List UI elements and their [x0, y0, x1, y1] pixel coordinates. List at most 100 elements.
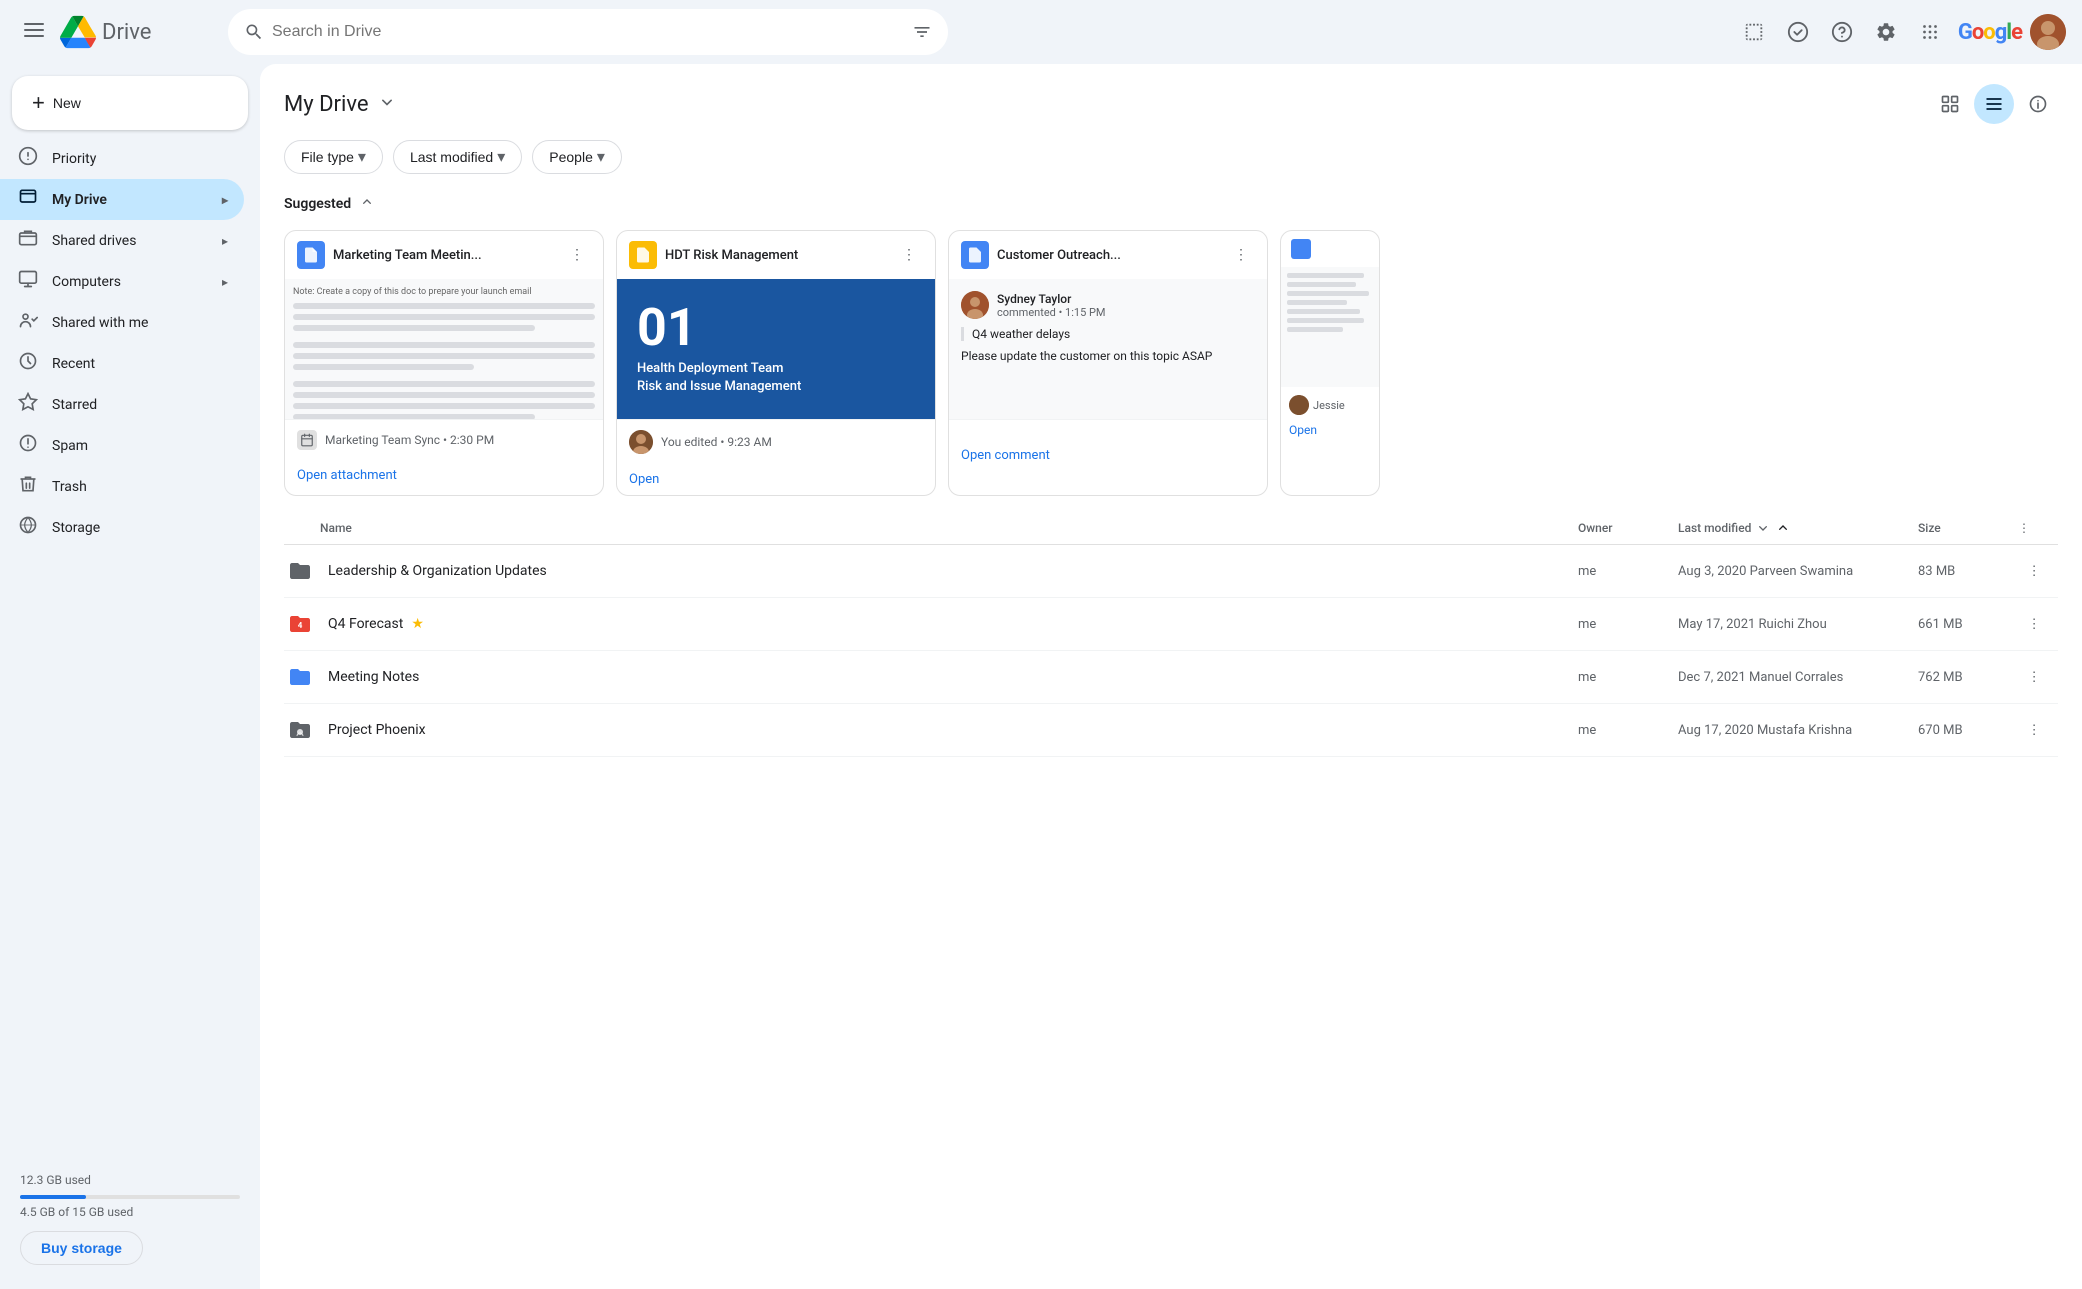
google-logo: Google: [1954, 12, 2026, 52]
file-name-leadership: Leadership & Organization Updates: [328, 563, 1578, 579]
help-icon[interactable]: [1822, 12, 1862, 52]
row-menu-phoenix[interactable]: ⋮: [2018, 714, 2050, 746]
file-modified-leadership: Aug 3, 2020 Parveen Swamina: [1678, 564, 1918, 579]
sidebar-item-shared-with-me[interactable]: Shared with me: [0, 302, 244, 343]
file-table: Name Owner Last modified Size ⋮ Lead: [260, 512, 2082, 757]
row-menu-q4[interactable]: ⋮: [2018, 608, 2050, 640]
sidebar-item-starred[interactable]: Starred: [0, 384, 244, 425]
buy-storage-button[interactable]: Buy storage: [20, 1231, 143, 1265]
svg-text:4: 4: [298, 621, 303, 630]
sidebar-item-priority[interactable]: Priority: [0, 138, 244, 179]
sidebar-item-shared-drives[interactable]: Shared drives ▸: [0, 220, 244, 261]
sidebar: + New Priority My Drive ▸ Shared drives …: [0, 64, 260, 1289]
spam-icon: [16, 433, 40, 458]
file-owner-q4: me: [1578, 617, 1678, 632]
card-header-customer: Customer Outreach... ⋮: [949, 231, 1267, 279]
page-title: My Drive: [284, 92, 369, 117]
partial-doc-icon: [1291, 239, 1311, 259]
table-row[interactable]: 4 Q4 Forecast ★ me May 17, 2021 Ruichi Z…: [284, 598, 2058, 651]
calendar-icon: [297, 430, 317, 450]
main-layout: + New Priority My Drive ▸ Shared drives …: [0, 64, 2082, 1289]
plus-icon: +: [32, 90, 45, 116]
sidebar-item-spam[interactable]: Spam: [0, 425, 244, 466]
my-drive-expand-icon: ▸: [222, 193, 228, 207]
card-q4-partial[interactable]: Jessie Open: [1280, 230, 1380, 496]
hamburger-menu-icon[interactable]: [16, 12, 52, 53]
card-menu-hdt[interactable]: ⋮: [895, 241, 923, 269]
sidebar-item-trash[interactable]: Trash: [0, 466, 244, 507]
card-menu-marketing[interactable]: ⋮: [563, 241, 591, 269]
card-action-marketing[interactable]: Open attachment: [285, 460, 603, 491]
new-button[interactable]: + New: [12, 76, 248, 130]
table-row[interactable]: Leadership & Organization Updates me Aug…: [284, 545, 2058, 598]
card-menu-customer[interactable]: ⋮: [1227, 241, 1255, 269]
file-size-phoenix: 670 MB: [1918, 723, 2018, 738]
search-filter-icon[interactable]: [912, 22, 932, 42]
comment-body: Please update the customer on this topic…: [961, 349, 1212, 363]
trash-icon: [16, 474, 40, 499]
sidebar-item-my-drive[interactable]: My Drive ▸: [0, 179, 244, 220]
file-type-label: File type: [301, 149, 354, 165]
sidebar-item-recent[interactable]: Recent: [0, 343, 244, 384]
row-actions-meeting: ⋮: [2018, 661, 2058, 693]
col-header-modified[interactable]: Last modified: [1678, 520, 1918, 536]
file-owner-phoenix: me: [1578, 723, 1678, 738]
recent-icon: [16, 351, 40, 376]
header-actions: [1930, 84, 2058, 124]
file-type-filter[interactable]: File type ▾: [284, 140, 383, 174]
comment-meta: Sydney Taylor commented • 1:15 PM: [997, 292, 1106, 319]
partial-footer: Jessie: [1281, 387, 1379, 419]
card-footer-text-hdt: You edited • 9:23 AM: [661, 435, 772, 449]
card-action-hdt[interactable]: Open: [617, 464, 935, 495]
file-owner-leadership: me: [1578, 564, 1678, 579]
commenter-name: Sydney Taylor: [997, 292, 1106, 306]
sidebar-label-spam: Spam: [52, 438, 88, 454]
drive-logo: Drive: [60, 14, 151, 50]
drive-caret-icon[interactable]: [377, 92, 397, 117]
content-area: My Drive File type ▾: [260, 64, 2082, 1289]
info-button[interactable]: [2018, 84, 2058, 124]
settings-filter-icon[interactable]: [1734, 12, 1774, 52]
grid-view-button[interactable]: [1930, 84, 1970, 124]
people-filter[interactable]: People ▾: [532, 140, 622, 174]
table-row[interactable]: Project Phoenix me Aug 17, 2020 Mustafa …: [284, 704, 2058, 757]
topbar-left: Drive: [16, 12, 216, 53]
completed-tasks-icon[interactable]: [1778, 12, 1818, 52]
suggested-section-header[interactable]: Suggested: [260, 186, 2082, 222]
suggested-cards-container: Marketing Team Meetin... ⋮ Note: Create …: [260, 222, 2082, 512]
computers-icon: [16, 269, 40, 294]
card-footer-customer: [949, 419, 1267, 440]
sidebar-label-priority: Priority: [52, 151, 96, 167]
apps-icon[interactable]: [1910, 12, 1950, 52]
card-hdt-risk[interactable]: HDT Risk Management ⋮ 01 Health Deployme…: [616, 230, 936, 496]
people-caret-icon: ▾: [597, 147, 605, 167]
file-size-q4: 661 MB: [1918, 617, 2018, 632]
card-action-q4[interactable]: Open: [1281, 419, 1379, 441]
storage-detail-text: 4.5 GB of 15 GB used: [20, 1205, 240, 1219]
search-input[interactable]: [272, 23, 904, 41]
table-options-icon[interactable]: ⋮: [2018, 521, 2058, 535]
sidebar-item-storage[interactable]: Storage: [0, 507, 244, 548]
row-menu-meeting[interactable]: ⋮: [2018, 661, 2050, 693]
table-row[interactable]: Meeting Notes me Dec 7, 2021 Manuel Corr…: [284, 651, 2058, 704]
shared-drives-expand-icon: ▸: [222, 234, 228, 248]
folder-shared-icon: [284, 714, 316, 746]
row-menu-leadership[interactable]: ⋮: [2018, 555, 2050, 587]
file-size-meeting: 762 MB: [1918, 670, 2018, 685]
card-customer-outreach[interactable]: Customer Outreach... ⋮ Sydney Taylor com…: [948, 230, 1268, 496]
list-view-button[interactable]: [1974, 84, 2014, 124]
my-drive-icon: [16, 187, 40, 212]
settings-icon[interactable]: [1866, 12, 1906, 52]
card-header: Marketing Team Meetin... ⋮: [285, 231, 603, 279]
doc-icon-customer: [961, 241, 989, 269]
topbar: Drive: [0, 0, 2082, 64]
folder-blue-icon: [284, 661, 316, 693]
search-bar[interactable]: [228, 9, 948, 55]
sidebar-label-shared-with-me: Shared with me: [52, 315, 148, 331]
sidebar-item-computers[interactable]: Computers ▸: [0, 261, 244, 302]
storage-used-display: 12.3 GB used: [20, 1173, 240, 1187]
last-modified-filter[interactable]: Last modified ▾: [393, 140, 522, 174]
card-marketing-meeting[interactable]: Marketing Team Meetin... ⋮ Note: Create …: [284, 230, 604, 496]
avatar[interactable]: [2030, 14, 2066, 50]
card-action-customer[interactable]: Open comment: [949, 440, 1267, 471]
